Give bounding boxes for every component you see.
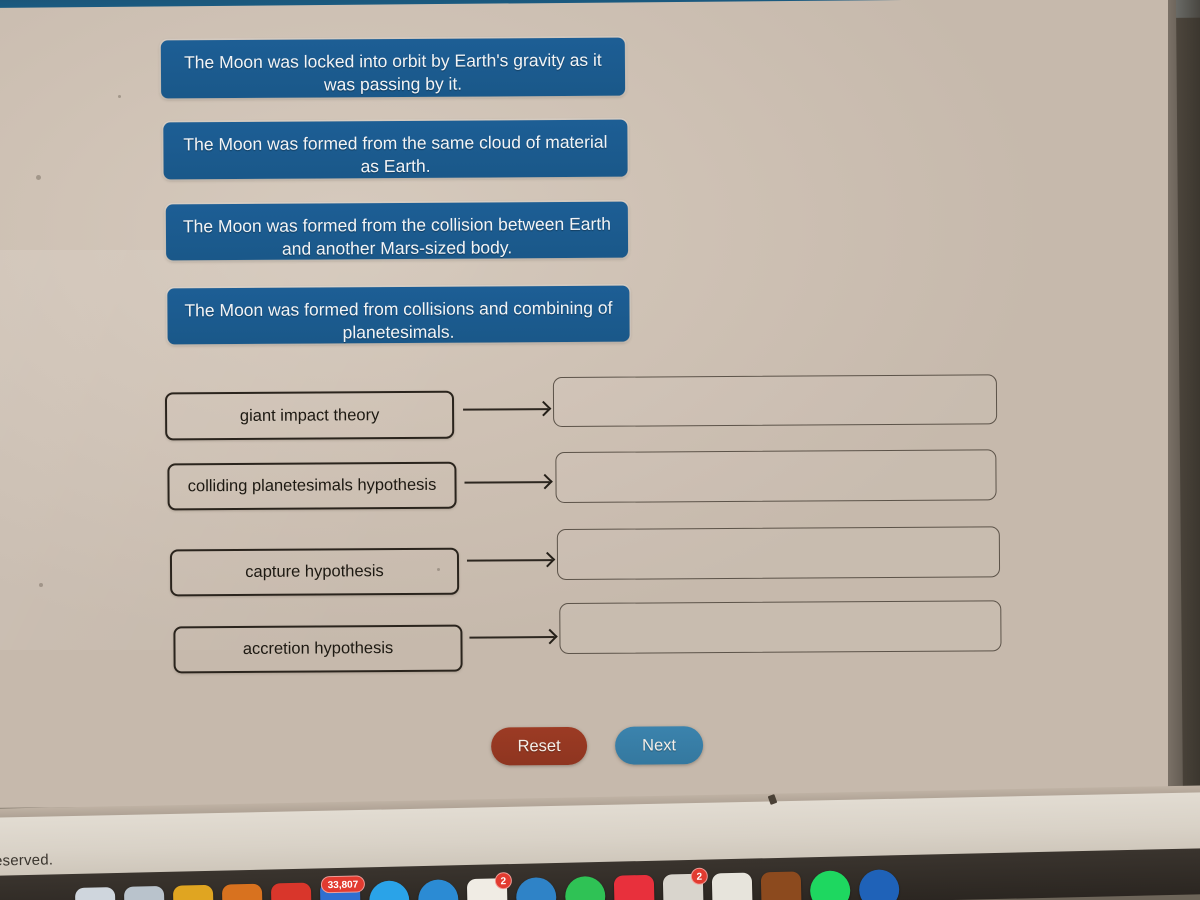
drop-zone[interactable]: [556, 526, 1001, 581]
messages-blue-icon[interactable]: [515, 877, 557, 900]
term-label: capture hypothesis: [245, 562, 384, 581]
calculator-icon[interactable]: [711, 872, 753, 900]
term-box-capture-hypothesis[interactable]: capture hypothesis: [169, 547, 460, 597]
settings-gear-icon[interactable]: 2: [662, 867, 709, 900]
finder-icon[interactable]: [74, 887, 116, 900]
term-box-accretion-hypothesis[interactable]: accretion hypothesis: [173, 624, 463, 674]
photo-of-laptop-screen: The Moon was locked into orbit by Earth'…: [0, 0, 1200, 900]
arrow-right-icon: [469, 627, 558, 648]
term-box-colliding-planetesimals-hypothesis[interactable]: colliding planetesimals hypothesis: [167, 461, 457, 511]
term-box-giant-impact-theory[interactable]: giant impact theory: [164, 390, 455, 441]
dock-badge: 2: [494, 872, 513, 890]
drop-zone[interactable]: [559, 600, 1002, 655]
arrow-right-icon: [466, 550, 556, 571]
statement-card[interactable]: The Moon was formed from collisions and …: [167, 285, 630, 345]
term-label: accretion hypothesis: [242, 639, 394, 658]
spotify-icon[interactable]: [809, 870, 851, 900]
app-orange-icon[interactable]: [221, 883, 263, 900]
reset-button[interactable]: Reset: [491, 726, 588, 766]
messenger-m-icon[interactable]: [858, 869, 900, 900]
screen-bezel-shadow: [1168, 0, 1200, 860]
facetime-icon[interactable]: [564, 875, 606, 900]
term-label: colliding planetesimals hypothesis: [187, 475, 437, 496]
arrow-right-icon: [463, 399, 552, 420]
safari-icon[interactable]: [417, 879, 459, 900]
app-brown-icon[interactable]: [760, 871, 802, 900]
news-icon[interactable]: [270, 882, 312, 900]
drop-zone[interactable]: [552, 374, 998, 428]
arrow-right-icon: [464, 472, 553, 493]
term-label: giant impact theory: [239, 405, 380, 425]
photos-icon[interactable]: 2: [466, 872, 513, 900]
dock-icon-list: 33,807 2 2: [74, 867, 900, 900]
statement-card[interactable]: The Moon was formed from the same cloud …: [163, 119, 628, 180]
dock-badge: 2: [690, 867, 709, 885]
drop-zone[interactable]: [555, 449, 997, 504]
launchpad-icon[interactable]: [123, 885, 165, 900]
statement-card[interactable]: The Moon was formed from the collision b…: [165, 201, 629, 261]
twitter-icon[interactable]: [368, 880, 410, 900]
dock-badge: 33,807: [320, 875, 366, 894]
next-button[interactable]: Next: [614, 726, 704, 765]
notes-icon[interactable]: [172, 884, 214, 900]
statement-card[interactable]: The Moon was locked into orbit by Earth'…: [160, 37, 626, 99]
activity-content: The Moon was locked into orbit by Earth'…: [0, 0, 1200, 822]
page-footer-text: eserved.: [0, 851, 54, 870]
music-icon[interactable]: [613, 874, 655, 900]
mail-icon[interactable]: 33,807: [319, 875, 366, 900]
